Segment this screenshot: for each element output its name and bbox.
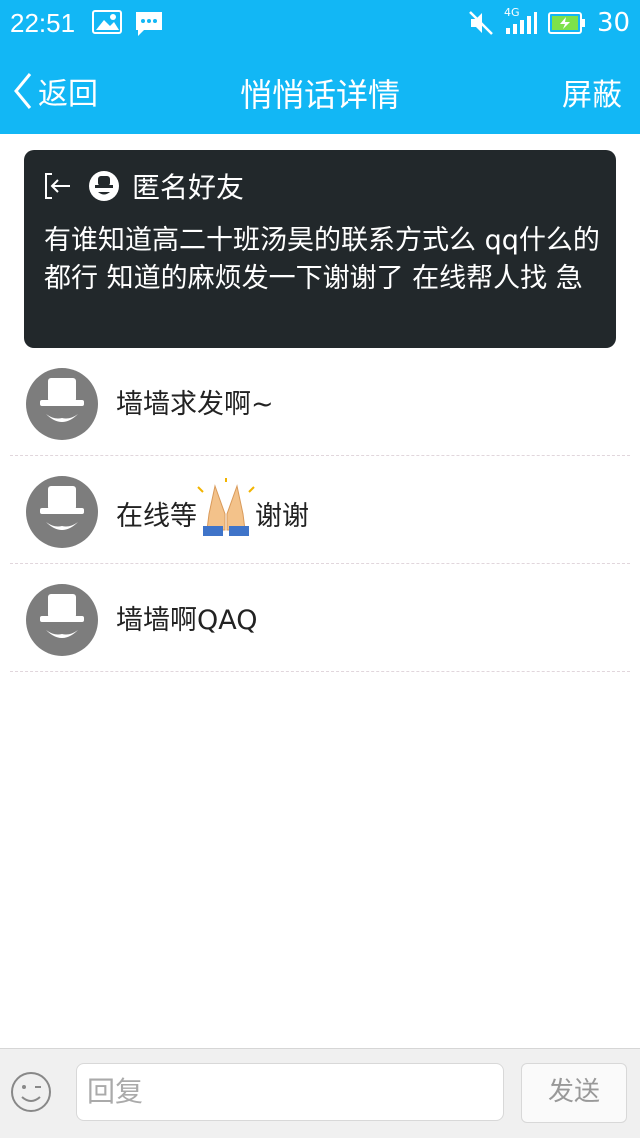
reply-item: 在线等 谢谢 [0,456,640,564]
send-button[interactable]: 发送 [521,1063,627,1123]
reply-text: 墙墙啊QAQ [116,605,258,636]
block-button[interactable]: 屏蔽 [562,70,622,114]
battery-level: 30 [597,8,631,38]
reply-text: 在线等 谢谢 [116,478,309,536]
reply-text-part: 谢谢 [255,500,309,532]
exit-arrow-icon[interactable] [42,170,74,202]
message-icon [136,12,162,36]
reply-bar: 回复 发送 [0,1048,640,1138]
reply-text-part: 在线等 [116,500,197,532]
reply-item: 墙墙求发啊~ [0,348,640,456]
anonymous-avatar-icon [26,476,98,548]
folded-hands-icon [197,478,255,536]
mute-icon [469,11,493,35]
reply-input[interactable]: 回复 [76,1063,504,1121]
page-title: 悄悄话详情 [239,76,400,114]
divider [10,671,630,672]
battery-icon [548,12,585,34]
post-header: 匿名好友 [42,166,244,206]
status-bar: 22:51 4G 30 [0,0,640,48]
reply-text: 墙墙求发啊~ [116,389,274,420]
emoji-icon[interactable] [10,1071,52,1113]
post-text: 有谁知道高二十班汤昊的联系方式么 qq什么的都行 知道的麻烦发一下谢谢了 在线帮… [44,225,600,294]
status-time: 22:51 [10,8,76,38]
nav-bar: 返回 悄悄话详情 屏蔽 [0,48,640,134]
image-icon [92,10,122,34]
anonymous-avatar-icon [26,584,98,656]
anonymous-post: 匿名好友 有谁知道高二十班汤昊的联系方式么 qq什么的都行 知道的麻烦发一下谢谢… [24,150,616,348]
reply-item: 墙墙啊QAQ [0,564,640,672]
anonymous-avatar-icon [89,171,119,201]
post-username: 匿名好友 [132,171,245,204]
signal-icon [506,12,537,34]
anonymous-avatar-icon [26,368,98,440]
